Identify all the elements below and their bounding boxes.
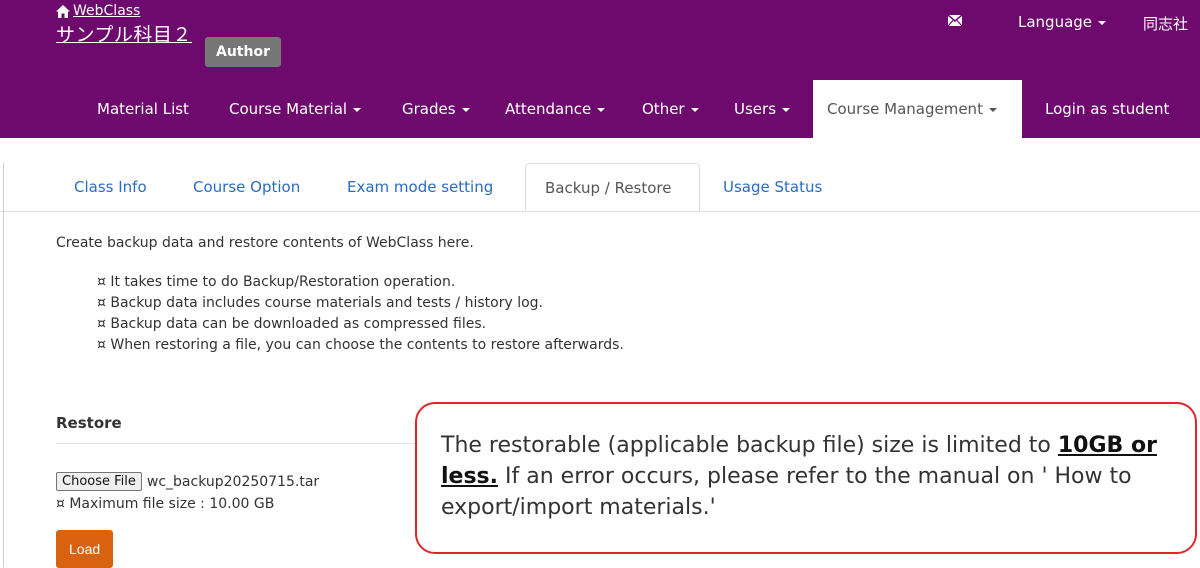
mail-icon[interactable] <box>948 15 962 26</box>
chevron-down-icon <box>690 107 699 112</box>
nav-course-material-label: Course Material <box>229 100 348 118</box>
size-limit-callout: The restorable (applicable backup file) … <box>415 402 1197 554</box>
chevron-down-icon <box>782 107 791 112</box>
tab-bar: Class Info Course Option Exam mode setti… <box>0 163 1200 212</box>
nav-login-as-student[interactable]: Login as student <box>1045 80 1169 138</box>
school-name[interactable]: 同志社 <box>1143 13 1188 34</box>
max-file-size-note: ¤ Maximum file size : 10.00 GB <box>56 496 275 512</box>
nav-course-management-label: Course Management <box>827 100 983 118</box>
selected-file-name: wc_backup20250715.tar <box>146 473 320 490</box>
chevron-down-icon <box>353 107 362 112</box>
divider <box>56 443 426 444</box>
list-item: ¤ It takes time to do Backup/Restoration… <box>97 274 456 290</box>
file-input-row: Choose File wc_backup20250715.tar <box>56 472 319 491</box>
restore-heading: Restore <box>56 414 122 432</box>
nav-grades[interactable]: Grades <box>402 80 470 138</box>
role-badge: Author <box>205 37 281 67</box>
list-item: ¤ Backup data can be downloaded as compr… <box>97 316 487 332</box>
callout-text-2: If an error occurs, please refer to the … <box>441 464 1132 520</box>
list-item: ¤ Backup data includes course materials … <box>97 295 543 311</box>
home-icon <box>56 4 70 18</box>
load-button[interactable]: Load <box>56 530 114 568</box>
nav-attendance[interactable]: Attendance <box>505 80 606 138</box>
language-label: Language <box>1018 13 1093 31</box>
choose-file-button[interactable]: Choose File <box>56 472 142 491</box>
nav-attendance-label: Attendance <box>505 100 592 118</box>
intro-text: Create backup data and restore contents … <box>56 235 474 251</box>
chevron-down-icon <box>1098 20 1107 25</box>
page-left-border <box>3 163 4 567</box>
list-item: ¤ When restoring a file, you can choose … <box>97 337 624 353</box>
nav-grades-label: Grades <box>402 100 456 118</box>
header-bar: WebClass サンプル科目２ Author Language 同志社 Mat… <box>0 0 1200 138</box>
nav-users[interactable]: Users <box>734 80 791 138</box>
tab-class-info[interactable]: Class Info <box>74 163 147 211</box>
course-title-link[interactable]: サンプル科目２ <box>56 20 192 47</box>
chevron-down-icon <box>461 107 470 112</box>
nav-other-label: Other <box>642 100 685 118</box>
info-list: ¤ It takes time to do Backup/Restoration… <box>97 272 624 356</box>
nav-course-material[interactable]: Course Material <box>229 80 362 138</box>
callout-text-1: The restorable (applicable backup file) … <box>441 433 1058 458</box>
nav-other[interactable]: Other <box>642 80 699 138</box>
tab-backup-restore[interactable]: Backup / Restore <box>525 163 700 211</box>
home-link[interactable]: WebClass <box>56 3 140 19</box>
chevron-down-icon <box>988 107 997 112</box>
language-menu[interactable]: Language <box>1018 13 1107 31</box>
nav-course-management[interactable]: Course Management <box>813 80 1022 138</box>
tab-exam-mode-setting[interactable]: Exam mode setting <box>347 163 493 211</box>
chevron-down-icon <box>597 107 606 112</box>
site-name: WebClass <box>73 3 141 19</box>
nav-material-list[interactable]: Material List <box>97 80 189 138</box>
nav-users-label: Users <box>734 100 777 118</box>
main-nav: Material List Course Material Grades Att… <box>0 80 1200 138</box>
tab-usage-status[interactable]: Usage Status <box>723 163 822 211</box>
tab-course-option[interactable]: Course Option <box>193 163 300 211</box>
